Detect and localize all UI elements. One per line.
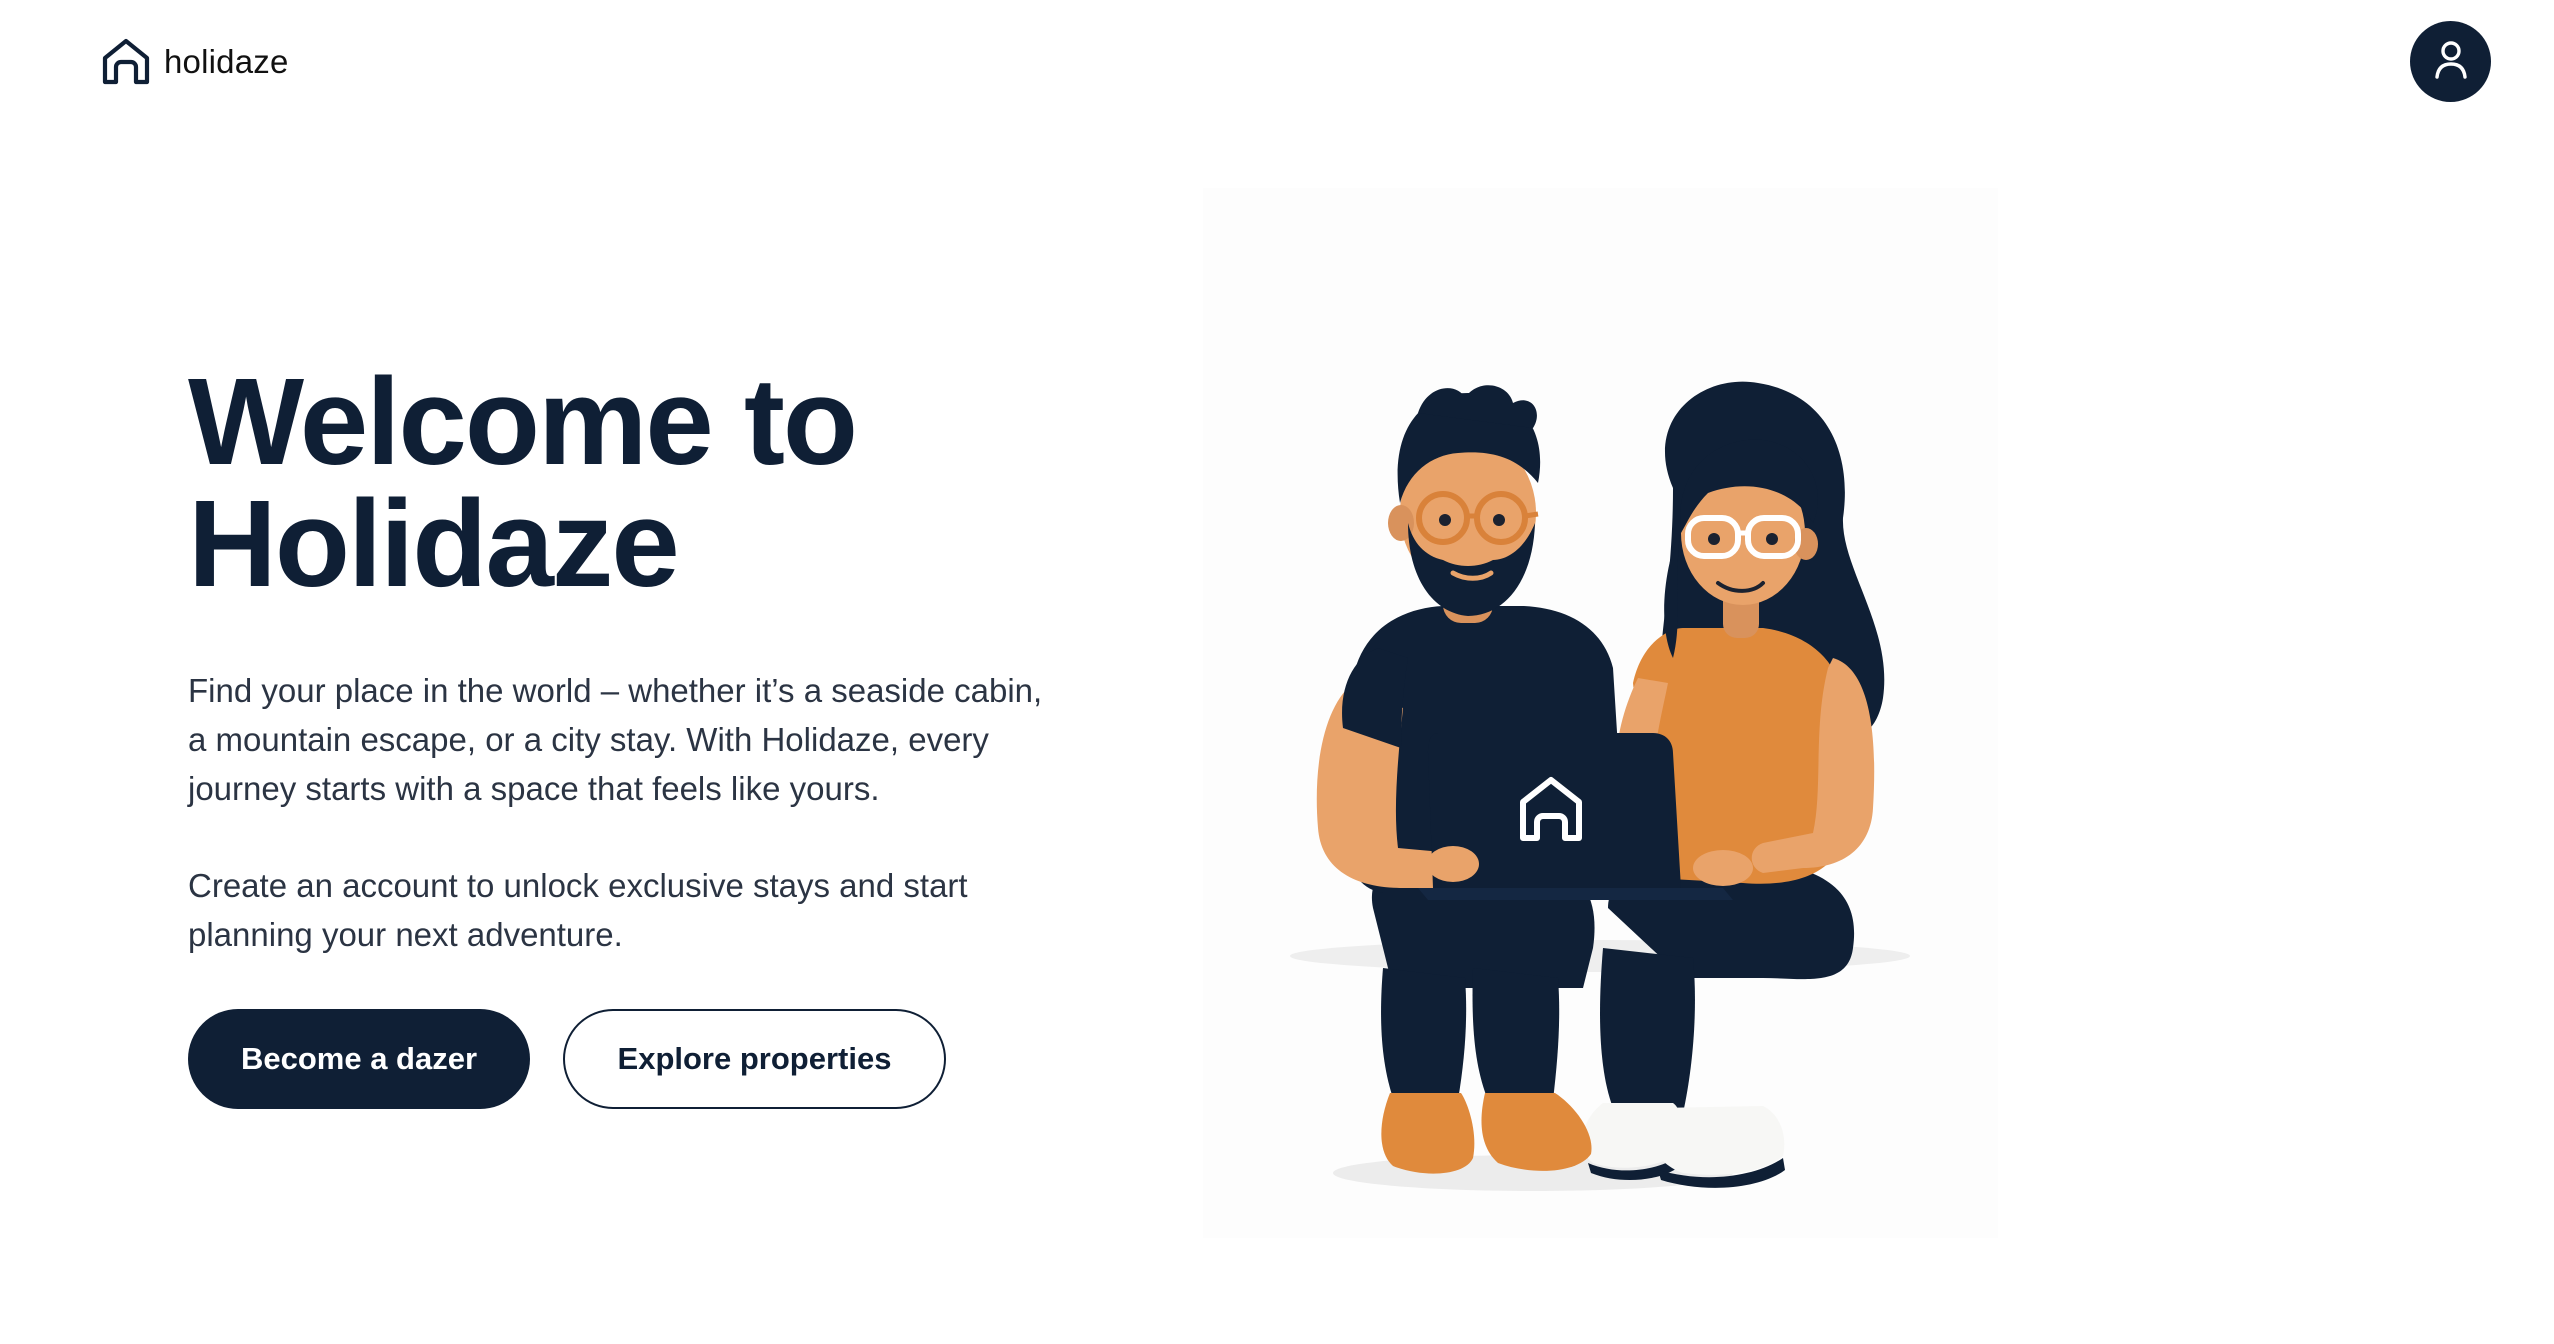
become-dazer-button[interactable]: Become a dazer xyxy=(188,1009,530,1109)
brand-name: holidaze xyxy=(164,43,289,80)
hero-description: Find your place in the world – whether i… xyxy=(188,672,1043,807)
couple-with-laptop-illustration xyxy=(1203,188,1998,1238)
brand-logo-link[interactable]: holidaze xyxy=(100,36,289,88)
cta-buttons: Become a dazer Explore properties xyxy=(188,1009,1088,1109)
house-outline-icon xyxy=(100,36,152,88)
landing-page: holidaze Welcome to Holidaze Find your p… xyxy=(0,0,2554,1344)
site-header: holidaze xyxy=(0,0,2554,126)
page-title: Welcome to Holidaze xyxy=(188,354,858,613)
account-button[interactable] xyxy=(2410,21,2491,102)
hero-signup-prompt: Create an account to unlock exclusive st… xyxy=(188,867,968,953)
user-icon xyxy=(2431,38,2471,85)
explore-properties-button[interactable]: Explore properties xyxy=(563,1009,946,1109)
hero-section: Welcome to Holidaze Find your place in t… xyxy=(188,354,1088,1109)
